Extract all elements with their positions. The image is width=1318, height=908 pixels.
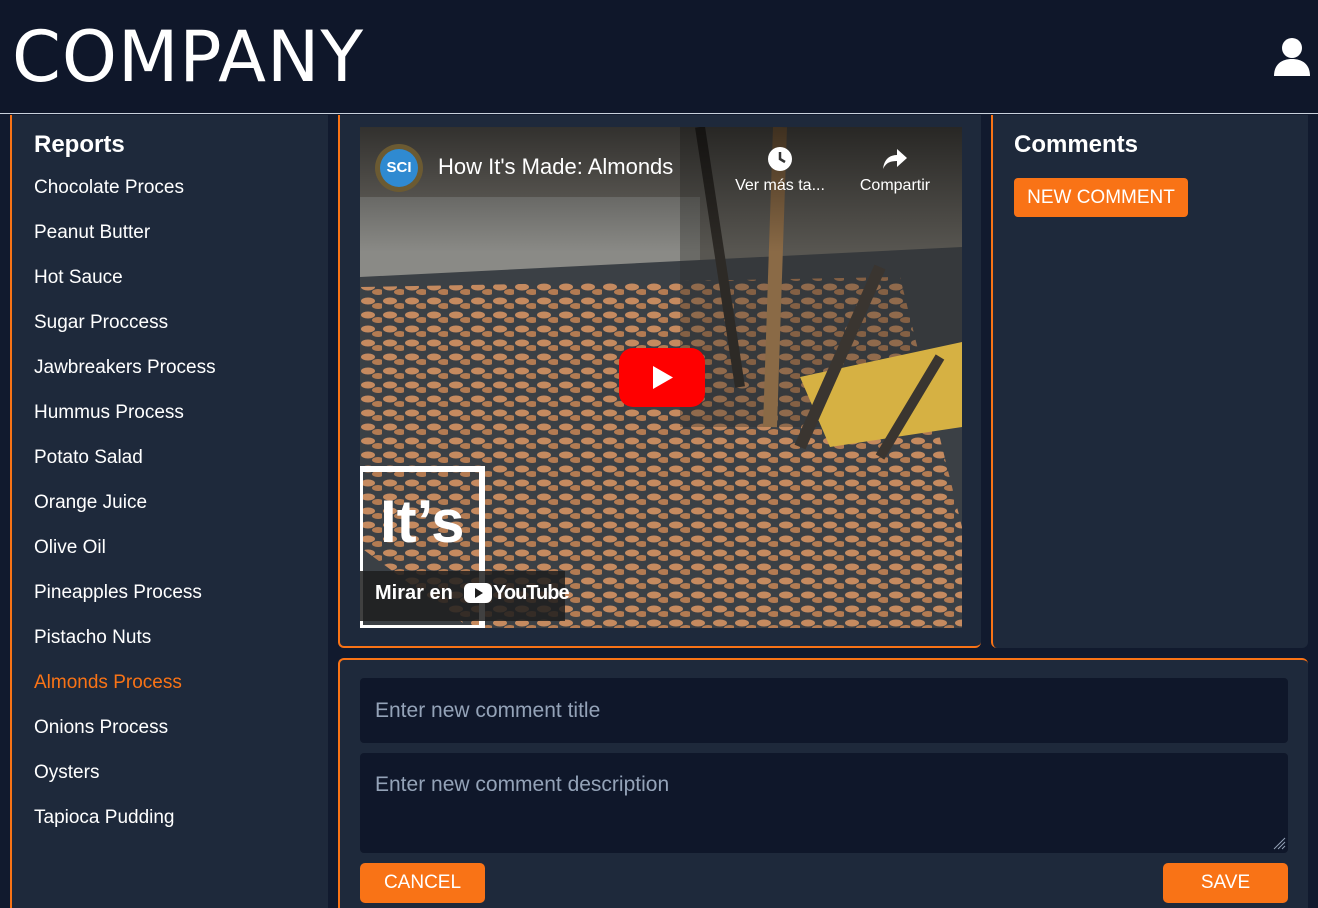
- sidebar-item[interactable]: Hummus Process: [34, 400, 216, 445]
- youtube-wordmark: YouTube: [493, 582, 570, 604]
- watch-later-label: Ver más ta...: [735, 177, 825, 194]
- sidebar-item[interactable]: Sugar Proccess: [34, 310, 216, 355]
- play-icon[interactable]: [619, 348, 705, 407]
- save-button[interactable]: SAVE: [1163, 863, 1288, 903]
- youtube-logo-icon: [464, 583, 492, 603]
- cancel-button[interactable]: CANCEL: [360, 863, 485, 903]
- share-button[interactable]: Compartir: [845, 145, 945, 195]
- sidebar-item[interactable]: Orange Juice: [34, 490, 216, 535]
- sidebar-list: Chocolate Proces Peanut Butter Hot Sauce Su…: [34, 175, 216, 850]
- sidebar-item[interactable]: Peanut Butter: [34, 220, 216, 265]
- sidebar-item[interactable]: Potato Salad: [34, 445, 216, 490]
- sidebar-item[interactable]: Almonds Process: [34, 670, 216, 715]
- watch-on-label: Mirar en: [375, 582, 453, 604]
- sidebar-item[interactable]: Onions Process: [34, 715, 216, 760]
- comment-form: CANCEL SAVE: [338, 658, 1308, 908]
- clock-icon: [768, 147, 792, 171]
- video-player[interactable]: It’s SCI How It's Made: Almonds Ver más …: [360, 127, 962, 628]
- sidebar-item[interactable]: Jawbreakers Process: [34, 355, 216, 400]
- sidebar-item[interactable]: Hot Sauce: [34, 265, 216, 310]
- sidebar-item[interactable]: Pistacho Nuts: [34, 625, 216, 670]
- watch-later-button[interactable]: Ver más ta...: [730, 145, 830, 195]
- comments-title: Comments: [1014, 131, 1139, 158]
- sidebar-item[interactable]: Chocolate Proces: [34, 175, 216, 220]
- comment-title-input[interactable]: [360, 678, 1288, 743]
- sidebar-item[interactable]: Tapioca Pudding: [34, 805, 216, 850]
- user-icon[interactable]: [1272, 36, 1312, 78]
- sidebar-item[interactable]: Pineapples Process: [34, 580, 216, 625]
- channel-avatar[interactable]: SCI: [375, 144, 423, 192]
- new-comment-button[interactable]: NEW COMMENT: [1014, 178, 1188, 217]
- overlay-text: It’s: [380, 488, 464, 555]
- video-title[interactable]: How It's Made: Almonds: [438, 154, 673, 180]
- header: COMPANY: [0, 0, 1318, 114]
- company-logo[interactable]: COMPANY: [12, 18, 364, 96]
- comment-description-input[interactable]: [360, 753, 1288, 853]
- sidebar: Reports Chocolate Proces Peanut Butter Hot…: [10, 115, 328, 908]
- share-icon: [883, 149, 907, 169]
- comments-panel: Comments NEW COMMENT: [991, 115, 1308, 648]
- sidebar-title: Reports: [34, 131, 125, 158]
- sidebar-item[interactable]: Oysters: [34, 760, 216, 805]
- share-label: Compartir: [859, 177, 931, 194]
- video-panel: It’s SCI How It's Made: Almonds Ver más …: [338, 115, 981, 648]
- sidebar-item[interactable]: Olive Oil: [34, 535, 216, 580]
- channel-badge: SCI: [380, 149, 418, 187]
- resize-handle-icon[interactable]: [1272, 836, 1286, 850]
- watch-on-youtube[interactable]: Mirar en YouTube: [360, 571, 570, 621]
